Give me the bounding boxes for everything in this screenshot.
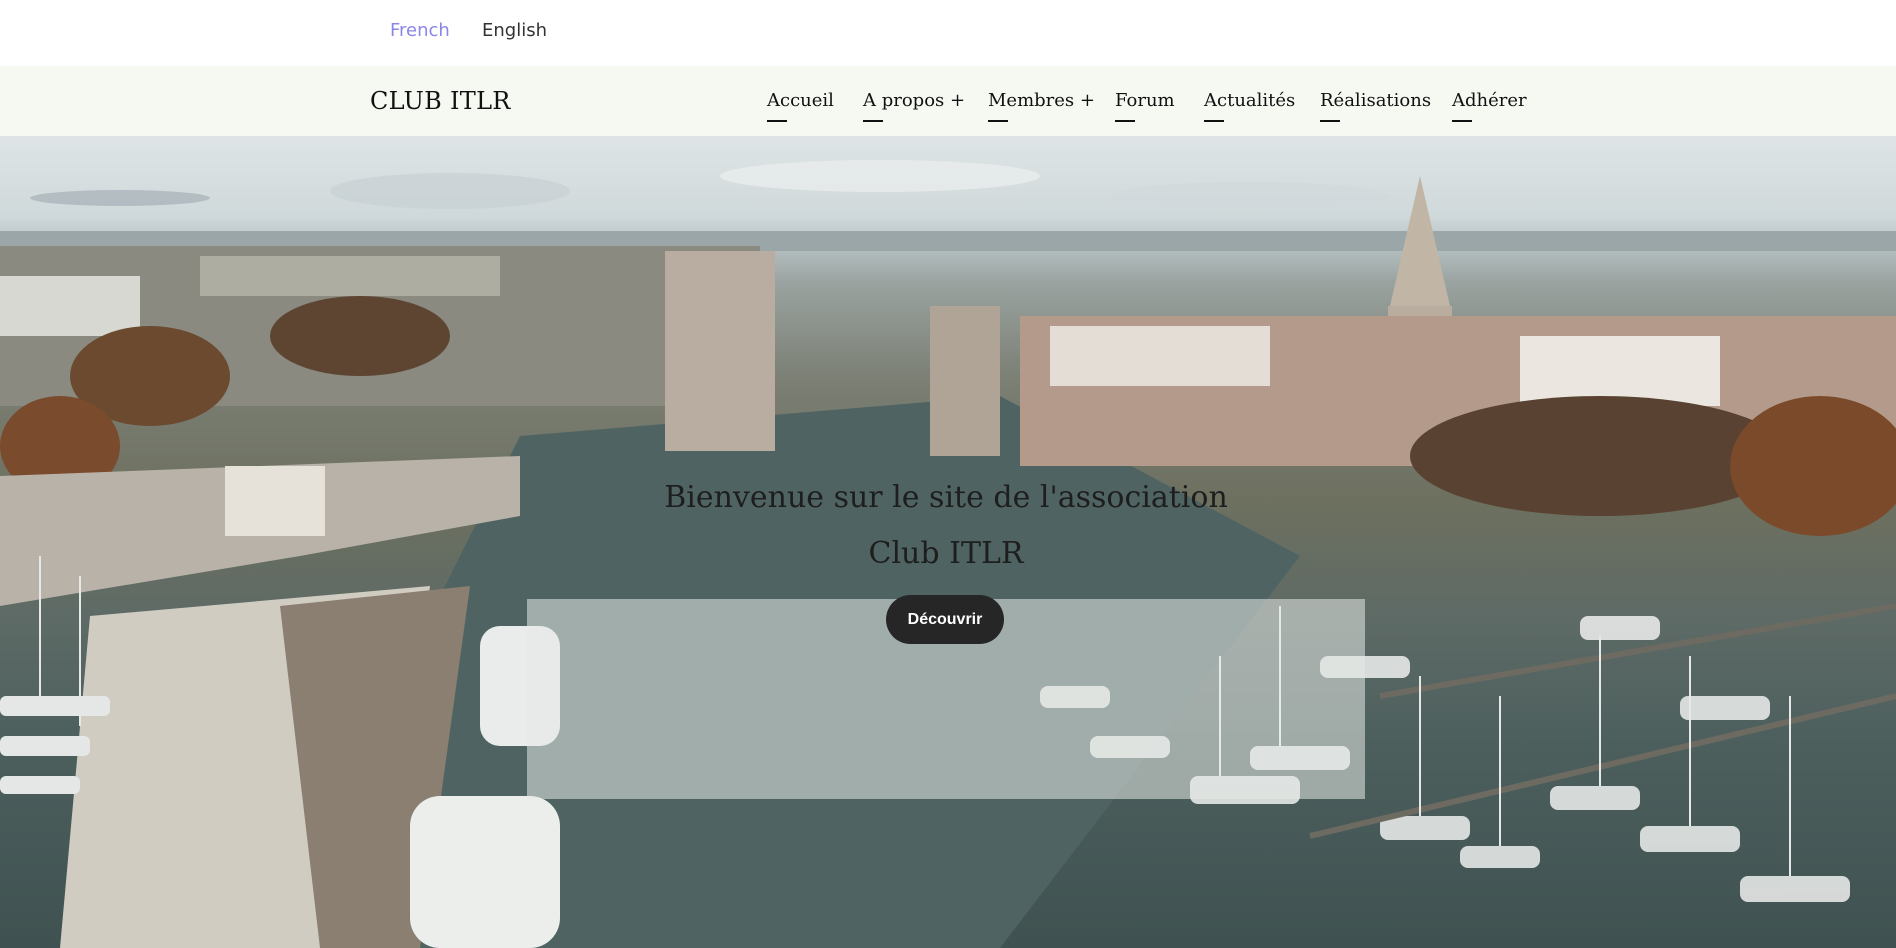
hero-title-line-2: Club ITLR bbox=[868, 536, 1024, 571]
nav-a-propos[interactable]: A propos + bbox=[863, 90, 965, 122]
nav-forum[interactable]: Forum bbox=[1115, 90, 1175, 122]
discover-button[interactable]: Découvrir bbox=[886, 595, 1004, 644]
language-english-link[interactable]: English bbox=[482, 20, 547, 41]
nav-membres[interactable]: Membres + bbox=[988, 90, 1095, 122]
nav-accueil[interactable]: Accueil bbox=[767, 90, 834, 122]
nav-realisations[interactable]: Réalisations bbox=[1320, 90, 1431, 122]
language-bar: French English bbox=[0, 0, 1896, 66]
hero-title: Bienvenue sur le site de l'association C… bbox=[527, 470, 1365, 582]
hero-title-line-1: Bienvenue sur le site de l'association bbox=[664, 480, 1228, 515]
language-french-link[interactable]: French bbox=[390, 20, 450, 41]
nav-actualites[interactable]: Actualités bbox=[1204, 90, 1295, 122]
main-nav: Accueil A propos + Membres + Forum Actua… bbox=[0, 90, 1896, 130]
site-header: CLUB ITLR Accueil A propos + Membres + F… bbox=[0, 66, 1896, 136]
nav-adherer[interactable]: Adhérer bbox=[1452, 90, 1527, 122]
